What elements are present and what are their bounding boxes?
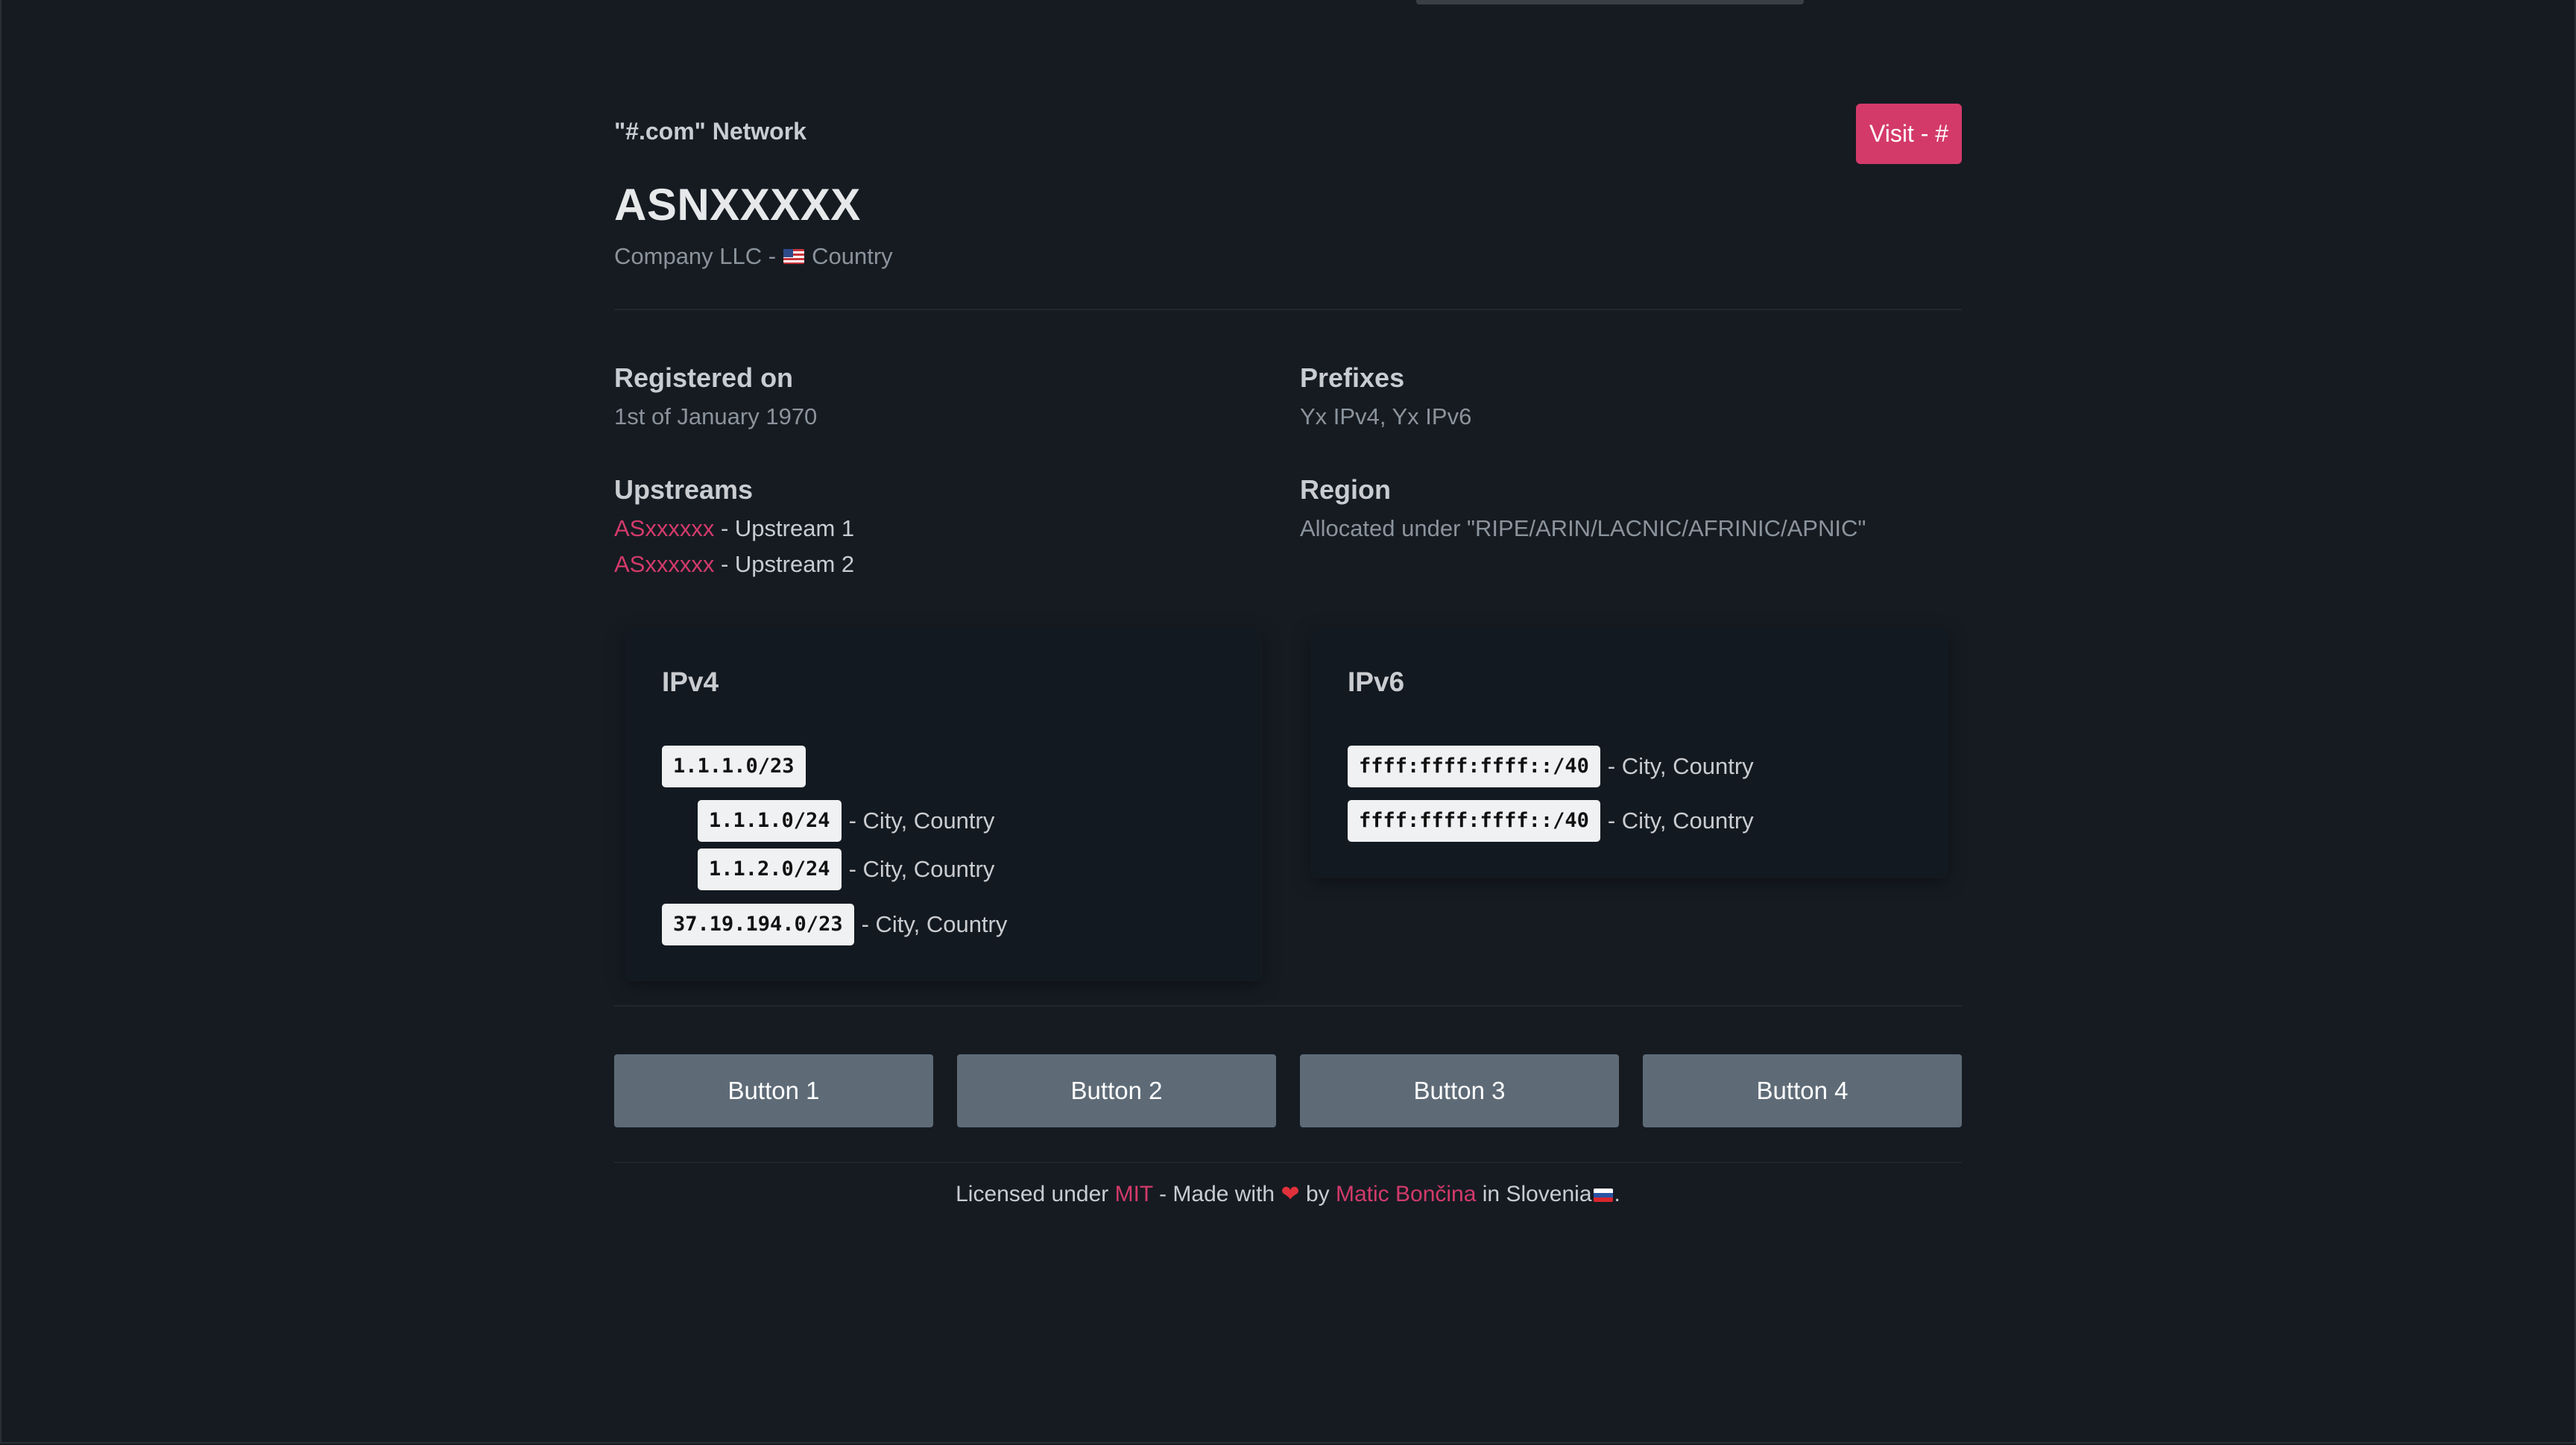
- button-3[interactable]: Button 3: [1300, 1054, 1619, 1127]
- ipv4-card: IPv4 1.1.1.0/23 1.1.1.0/24 - City, Count…: [625, 628, 1263, 981]
- prefix-row: ffff:ffff:ffff::/40 - City, Country: [1348, 800, 1754, 842]
- ipv6-card: IPv6 ffff:ffff:ffff::/40 - City, Country…: [1310, 628, 1948, 878]
- company-country: Country: [812, 243, 893, 269]
- region-value: Allocated under "RIPE/ARIN/LACNIC/AFRINI…: [1300, 515, 1866, 541]
- button-1[interactable]: Button 1: [614, 1054, 933, 1127]
- company-name: Company LLC -: [614, 243, 777, 269]
- prefix-code: 1.1.1.0/23: [662, 746, 806, 787]
- prefix-location: - City, Country: [848, 808, 995, 834]
- upstream-name: - Upstream 2: [720, 551, 855, 577]
- ipv4-title: IPv4: [662, 667, 719, 697]
- heart-icon: ❤: [1281, 1182, 1300, 1206]
- slovenia-flag-icon: [1593, 1189, 1613, 1203]
- upstream-item: ASxxxxxx - Upstream 2: [614, 551, 854, 578]
- cards-divider: [614, 1005, 1962, 1007]
- prefix-row: ffff:ffff:ffff::/40 - City, Country: [1348, 746, 1754, 787]
- window-frame: [0, 0, 2576, 1444]
- prefix-code: 1.1.2.0/24: [698, 849, 842, 890]
- footer-country-text: in Slovenia: [1482, 1182, 1592, 1206]
- upstream-item: ASxxxxxx - Upstream 1: [614, 515, 854, 542]
- prefix-location: - City, Country: [861, 911, 1008, 937]
- asn-title: ASNXXXXX: [614, 180, 861, 230]
- button-row: Button 1 Button 2 Button 3 Button 4: [614, 1054, 1962, 1127]
- footer-licensed-text: Licensed under: [956, 1182, 1109, 1206]
- prefix-location: - City, Country: [1607, 808, 1754, 834]
- prefix-row: 1.1.1.0/23: [662, 746, 813, 787]
- company-line: Company LLC - Country: [614, 243, 893, 270]
- us-flag-icon: [783, 249, 805, 264]
- visit-button[interactable]: Visit - #: [1856, 104, 1962, 164]
- prefixes-label: Prefixes: [1300, 362, 1405, 393]
- prefix-location: - City, Country: [848, 856, 995, 882]
- prefixes-value: Yx IPv4, Yx IPv6: [1300, 403, 1472, 429]
- prefix-row: 1.1.1.0/24 - City, Country: [698, 800, 994, 842]
- prefix-row: 1.1.2.0/24 - City, Country: [698, 849, 994, 890]
- author-link[interactable]: Matic Bončina: [1336, 1182, 1476, 1206]
- region-label: Region: [1300, 474, 1391, 505]
- prefix-row: 37.19.194.0/23 - City, Country: [662, 904, 1007, 945]
- network-label: "#.com" Network: [614, 118, 806, 145]
- registered-label: Registered on: [614, 362, 794, 393]
- upstream-asn-link[interactable]: ASxxxxxx: [614, 515, 714, 541]
- header-divider: [614, 309, 1962, 310]
- prefix-code: ffff:ffff:ffff::/40: [1348, 800, 1600, 842]
- ipv6-title: IPv6: [1348, 667, 1405, 697]
- footer-period: .: [1614, 1182, 1620, 1206]
- prefix-code: 1.1.1.0/24: [698, 800, 842, 842]
- mit-license-link[interactable]: MIT: [1115, 1182, 1153, 1206]
- prefix-code: 37.19.194.0/23: [662, 904, 854, 945]
- button-4[interactable]: Button 4: [1643, 1054, 1962, 1127]
- prefix-location: - City, Country: [1607, 753, 1754, 779]
- registered-value: 1st of January 1970: [614, 403, 818, 429]
- upstream-name: - Upstream 1: [720, 515, 855, 541]
- footer-by-text: by: [1305, 1182, 1330, 1206]
- footer: Licensed under MIT - Made with ❤ by Mati…: [614, 1181, 1962, 1207]
- upstreams-label: Upstreams: [614, 474, 754, 505]
- upstream-asn-link[interactable]: ASxxxxxx: [614, 551, 714, 577]
- top-scroll-indicator: [1416, 0, 1804, 4]
- footer-divider: [614, 1162, 1962, 1163]
- button-2[interactable]: Button 2: [957, 1054, 1276, 1127]
- footer-made-with-text: - Made with: [1159, 1182, 1275, 1206]
- prefix-code: ffff:ffff:ffff::/40: [1348, 746, 1600, 787]
